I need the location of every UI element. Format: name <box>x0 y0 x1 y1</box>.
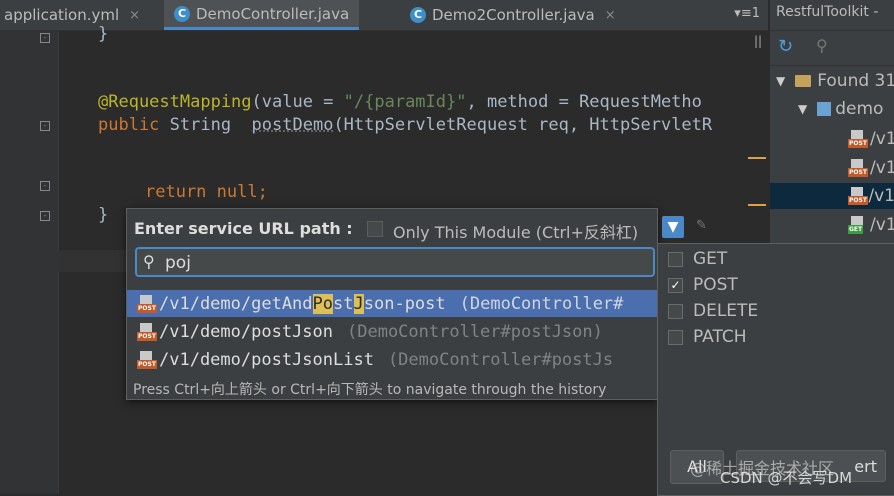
tree-endpoint[interactable]: POST /v1 <box>848 126 894 152</box>
refresh-icon[interactable]: ↻ <box>778 36 793 57</box>
result-item[interactable]: POST /v1/demo/postJson (DemoController#p… <box>127 318 657 345</box>
checkbox[interactable] <box>668 329 683 345</box>
tree-root[interactable]: ▼ Found 31 <box>776 68 894 94</box>
post-method-icon: POST <box>848 187 868 205</box>
class-icon: C <box>410 7 426 23</box>
search-icon: ⚲ <box>143 252 155 271</box>
search-icon[interactable]: ⚲ <box>816 36 828 55</box>
editor-scroll-marker: || <box>754 34 763 48</box>
result-item-selected[interactable]: POST /v1/demo/getAndPostJson-post (DemoC… <box>127 290 657 317</box>
expand-arrow-icon[interactable]: ▼ <box>776 74 785 88</box>
code-line: return null; <box>145 182 268 202</box>
fold-marker-icon[interactable]: - <box>40 33 50 43</box>
editor-tab-bar: application.yml × C DemoController.java … <box>0 0 768 31</box>
search-field[interactable]: ⚲ <box>135 247 655 277</box>
expand-arrow-icon[interactable]: ▼ <box>798 102 807 116</box>
code-line: @RequestMapping(value = "/{paramId}", me… <box>98 92 702 112</box>
checkbox-checked[interactable]: ✓ <box>668 277 683 293</box>
fold-marker-icon[interactable]: - <box>40 211 50 221</box>
tab-label: application.yml <box>4 6 120 24</box>
filter-icon[interactable]: ▼ <box>662 216 684 238</box>
post-method-icon: POST <box>137 350 157 369</box>
warning-marker <box>748 204 766 206</box>
tree-endpoint-selected[interactable]: POST /v1 <box>770 183 894 209</box>
method-filter-get[interactable]: GET <box>668 247 727 271</box>
module-icon <box>817 102 832 116</box>
tree-endpoint[interactable]: POST /v1 <box>848 155 894 181</box>
tree-endpoint[interactable]: GET /v1 <box>848 212 894 238</box>
code-line: } <box>98 205 109 225</box>
warning-marker <box>748 157 766 159</box>
method-filter-patch[interactable]: PATCH <box>668 325 747 349</box>
method-filter-post[interactable]: ✓ POST <box>668 273 738 297</box>
post-method-icon: POST <box>848 159 868 177</box>
popup-prompt: Enter service URL path : <box>134 219 353 238</box>
post-method-icon: POST <box>137 322 157 341</box>
tab-application-yml[interactable]: application.yml × <box>4 0 140 30</box>
service-search-popup: Enter service URL path : Only This Modul… <box>126 208 658 400</box>
navigation-hint: Press Ctrl+向上箭头 or Ctrl+向下箭头 to navigate… <box>133 382 607 398</box>
folder-icon <box>795 75 812 87</box>
pin-icon[interactable]: ✎ <box>696 218 707 233</box>
panel-title: RestfulToolkit - <box>776 4 879 20</box>
search-input[interactable] <box>163 251 647 275</box>
class-icon: C <box>174 5 190 22</box>
code-line: } <box>98 24 109 44</box>
tab-democontroller[interactable]: C DemoController.java <box>164 0 360 30</box>
tab-label: DemoController.java <box>196 4 350 23</box>
method-filter-delete[interactable]: DELETE <box>668 299 758 323</box>
checkbox[interactable] <box>668 251 683 267</box>
close-icon[interactable]: × <box>605 8 616 23</box>
only-this-module-checkbox[interactable] <box>367 221 383 237</box>
fold-marker-icon[interactable]: - <box>40 121 50 131</box>
popup-header: Enter service URL path : Only This Modul… <box>127 209 657 245</box>
post-method-icon: POST <box>137 294 157 313</box>
tab-demo2controller[interactable]: C Demo2Controller.java × <box>410 0 616 30</box>
close-icon[interactable]: × <box>129 8 140 23</box>
editor-gutter: - - - - <box>0 31 59 494</box>
tab-label: Demo2Controller.java <box>432 6 595 24</box>
post-method-icon: POST <box>848 130 868 148</box>
code-line: public String postDemo(HttpServletReques… <box>98 115 713 135</box>
only-this-module-label[interactable]: Only This Module (Ctrl+反斜杠) <box>393 219 638 243</box>
checkbox[interactable] <box>668 303 683 319</box>
panel-toolbar: ↻ ⚲ <box>770 30 894 66</box>
result-item[interactable]: POST /v1/demo/postJsonList (DemoControll… <box>127 346 657 373</box>
tab-list-menu-button[interactable]: ▾≡1 <box>734 6 760 21</box>
fold-marker-icon[interactable]: - <box>40 181 50 191</box>
tree-module[interactable]: ▼ demo <box>798 96 883 122</box>
watermark: CSDN @不会写DM <box>720 469 853 487</box>
get-method-icon: GET <box>848 216 866 234</box>
